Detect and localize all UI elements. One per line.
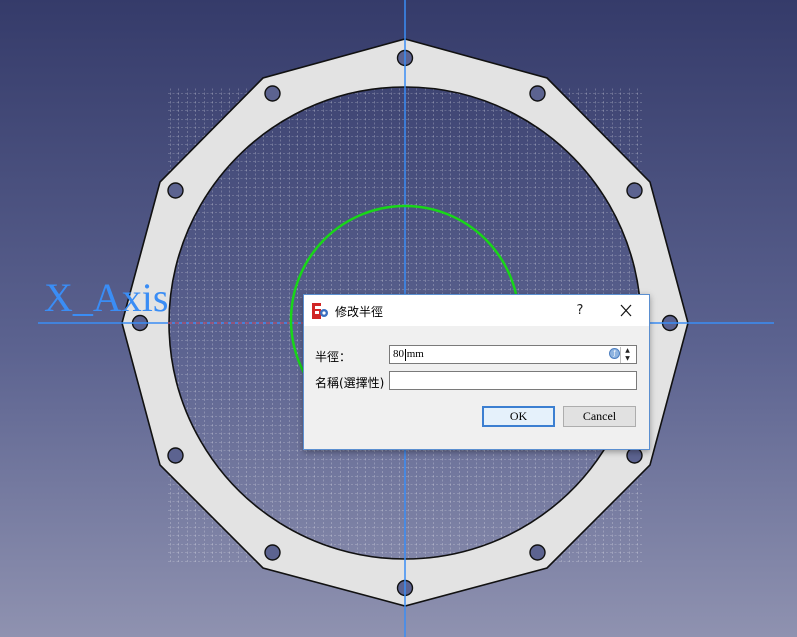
bolt-hole[interactable] <box>264 85 281 102</box>
dialog-title: 修改半徑 <box>335 305 384 319</box>
bolt-hole[interactable] <box>264 544 281 561</box>
bolt-hole[interactable] <box>167 182 184 199</box>
name-label: 名稱(選擇性) <box>315 376 385 390</box>
close-button[interactable] <box>613 300 639 322</box>
spin-up-icon[interactable]: ▲ <box>622 347 633 354</box>
freecad-app-icon <box>312 303 328 319</box>
bolt-hole[interactable] <box>626 182 643 199</box>
radius-input[interactable]: 80 mm ƒ ▲ ▼ <box>389 345 637 364</box>
spin-down-icon[interactable]: ▼ <box>622 355 633 362</box>
cancel-button[interactable]: Cancel <box>563 406 636 427</box>
change-radius-dialog: 修改半徑 ? 半徑： 80 mm ƒ ▲ ▼ 名稱(選擇性) OK Cancel <box>303 294 650 450</box>
x-axis-label: X_Axis <box>44 275 169 320</box>
text-caret <box>405 349 406 361</box>
bolt-hole[interactable] <box>626 447 643 464</box>
bolt-hole[interactable] <box>167 447 184 464</box>
radius-value: 80 mm <box>393 348 424 360</box>
name-input[interactable] <box>389 371 637 390</box>
expression-binding-icon[interactable]: ƒ <box>609 348 620 359</box>
help-button[interactable]: ? <box>567 301 593 321</box>
radius-label: 半徑： <box>315 350 352 364</box>
radius-spinner[interactable]: ▲ ▼ <box>620 347 634 363</box>
close-icon <box>620 304 632 317</box>
bolt-hole[interactable] <box>529 85 546 102</box>
ok-button[interactable]: OK <box>482 406 555 427</box>
bolt-hole[interactable] <box>529 544 546 561</box>
dialog-title-bar: 修改半徑 ? <box>304 295 649 326</box>
